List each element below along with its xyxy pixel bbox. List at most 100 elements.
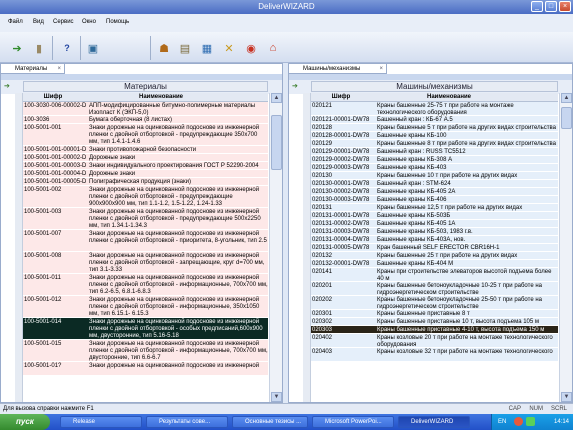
- table-row[interactable]: 020201 Краны башенные бетоноукладочные 10…: [311, 282, 558, 296]
- materials-scrollbar[interactable]: ▲ ▼: [269, 93, 282, 402]
- table-row[interactable]: 020131-00002-DW78 Башенные краны КБ-405 1…: [311, 220, 558, 228]
- table-row[interactable]: 020403 Краны козловые 32 т при работе на …: [311, 348, 558, 362]
- tray-icon[interactable]: [514, 417, 523, 426]
- row-name: Башенные краны КБ-405 2А: [377, 189, 456, 195]
- task-theses[interactable]: Основные тезисы ...: [232, 416, 308, 428]
- column-code[interactable]: Шифр: [23, 93, 83, 102]
- row-name: Знаки дорожные на оцинкованной подоснове…: [89, 209, 261, 229]
- tab-machines[interactable]: Машины/механизмы ×: [289, 64, 387, 74]
- scroll-up-icon[interactable]: ▲: [271, 93, 282, 103]
- column-name[interactable]: Наименование: [89, 93, 268, 102]
- red-disc-icon[interactable]: ◉: [240, 37, 262, 59]
- language-indicator[interactable]: EN: [498, 414, 506, 430]
- menu-service[interactable]: Сервис: [53, 19, 74, 25]
- table-row[interactable]: 020131-00004-DW78 Башенные краны КБ-403А,…: [311, 236, 558, 244]
- materials-header: Шифр Наименование: [23, 93, 268, 102]
- row-name: Краны башенные приставные 4-10 т, высота…: [377, 327, 545, 333]
- table-row[interactable]: 020402 Краны козловые 20 т при работе на …: [311, 334, 558, 348]
- table-row[interactable]: 020131-00001-DW78 Башенные краны КБ-503Б: [311, 212, 558, 220]
- table-row[interactable]: 100-5001-001-00003-D Знаки индивидуальног…: [23, 162, 268, 170]
- menu-window[interactable]: Окно: [82, 19, 96, 25]
- table-row[interactable]: 100-5001-002 Знаки дорожные на оцинкованн…: [23, 186, 268, 208]
- home-icon[interactable]: ⌂: [262, 37, 284, 59]
- tools-box-icon[interactable]: ▦: [196, 37, 218, 59]
- task-release[interactable]: Release: [60, 416, 142, 428]
- table-row[interactable]: 020141 Краны при строительстве элеваторов…: [311, 268, 558, 282]
- table-row[interactable]: 100-3036 Бумага оберточная (8 листах): [23, 116, 268, 124]
- open-icon[interactable]: ➔: [6, 37, 28, 59]
- row-name: Башенный кран : КБ-67 А.5: [377, 117, 453, 123]
- menu-view[interactable]: Вид: [33, 19, 44, 25]
- row-name: Башенные краны КБ-406: [377, 197, 447, 203]
- tab-materials[interactable]: Материалы ×: [1, 64, 65, 74]
- maximize-button[interactable]: □: [545, 1, 557, 12]
- wrench-icon[interactable]: ✕: [218, 37, 240, 59]
- table-row[interactable]: 100-5001-001-00004-D Дорожные знаки: [23, 170, 268, 178]
- scroll-thumb[interactable]: [271, 115, 282, 170]
- scroll-down-icon[interactable]: ▼: [561, 392, 572, 402]
- table-row[interactable]: 020131 Краны башенные 12,5 т при работе н…: [311, 204, 558, 218]
- row-name: Знаки дорожные на оцинкованной подоснове…: [89, 363, 260, 369]
- document-icon[interactable]: ▮: [28, 37, 50, 59]
- table-row[interactable]: 020128-00001-DW78 Башенные краны КБ-100: [311, 132, 558, 140]
- machines-scrollbar[interactable]: ▲ ▼: [559, 93, 572, 402]
- column-name[interactable]: Наименование: [377, 93, 558, 102]
- table-row[interactable]: 020128 Краны башенные 5 т при работе на д…: [311, 124, 558, 132]
- menu-help[interactable]: Помощь: [106, 19, 129, 25]
- table-row[interactable]: 020131-00005-DW78 Кран башенный SELF EREC…: [311, 244, 558, 252]
- table-row[interactable]: 020302 Краны башенные приставные 10 т, вы…: [311, 318, 558, 326]
- column-code[interactable]: Шифр: [311, 93, 371, 102]
- table-row[interactable]: 020130-00001-DW78 Башенный кран : STM-624: [311, 180, 558, 188]
- task-powerpoint[interactable]: Microsoft PowerPoi...: [312, 416, 394, 428]
- table-row[interactable]: 020129-00003-DW78 Башенные краны КБ-403: [311, 164, 558, 172]
- close-icon[interactable]: ×: [57, 64, 61, 74]
- table-row[interactable]: 020121 Краны башенные 25-75 т при работе …: [311, 102, 558, 116]
- table-row[interactable]: 020129 Краны башенные 8 т при работе на д…: [311, 140, 558, 148]
- table-row[interactable]: 100-5001-001-00001-D Знаки противопожарно…: [23, 146, 268, 154]
- people-icon[interactable]: ☗: [153, 37, 175, 59]
- table-row[interactable]: 100-5001-001-00005-D Полиграфическая прод…: [23, 178, 268, 186]
- table-row[interactable]: 020130-00002-DW78 Башенные краны КБ-405 2…: [311, 188, 558, 196]
- table-row-selected[interactable]: 020303 Краны башенные приставные 4-10 т, …: [311, 326, 558, 334]
- toolbar-separator: [80, 36, 81, 60]
- table-row[interactable]: 020132 Краны башенные 25 т при работе на …: [311, 252, 558, 266]
- close-button[interactable]: ×: [559, 1, 571, 12]
- task-results[interactable]: Результаты сове...: [146, 416, 228, 428]
- start-label: пуск: [16, 417, 34, 426]
- table-row[interactable]: 100-5001-003 Знаки дорожные на оцинкованн…: [23, 208, 268, 230]
- table-row[interactable]: 020129-00002-DW78 Башенные краны КБ-308 А: [311, 156, 558, 164]
- table-row[interactable]: 020301 Краны башенные приставные 8 т: [311, 310, 558, 318]
- table-row[interactable]: 100-5001-01? Знаки дорожные на оцинкованн…: [23, 362, 268, 376]
- table-row[interactable]: 020130 Краны башенные 10 т при работе на …: [311, 172, 558, 186]
- table-row[interactable]: 020130-00003-DW78 Башенные краны КБ-406: [311, 196, 558, 204]
- table-row[interactable]: 100-5001-007 Знаки дорожные на оцинкованн…: [23, 230, 268, 252]
- minimize-button[interactable]: _: [531, 1, 543, 12]
- scroll-down-icon[interactable]: ▼: [271, 392, 282, 402]
- barrels-icon[interactable]: ▤: [174, 37, 196, 59]
- table-row[interactable]: 100-5001-001-00002-D Дорожные знаки: [23, 154, 268, 162]
- table-row[interactable]: 020202 Краны башенные бетоноукладочные 25…: [311, 296, 558, 310]
- scroll-thumb[interactable]: [561, 107, 572, 129]
- help-icon[interactable]: ?: [56, 37, 78, 59]
- monitor-icon[interactable]: ▣: [82, 37, 104, 59]
- table-row[interactable]: 100-3030-006-00002-D АПП-модифицированные…: [23, 102, 268, 116]
- menu-file[interactable]: Файл: [8, 19, 23, 25]
- scroll-up-icon[interactable]: ▲: [561, 93, 572, 103]
- table-row[interactable]: 100-5001-015 Знаки дорожные на оцинкованн…: [23, 340, 268, 362]
- toolbar: ➔ ▮ ? ▣ ☗ ▤ ▦ ✕ ◉ ⌂: [0, 32, 573, 63]
- table-row[interactable]: 020131-00003-DW78 Башенные краны КБ-503, …: [311, 228, 558, 236]
- table-row-selected[interactable]: 100-5001-014 Знаки дорожные на оцинкованн…: [23, 318, 268, 340]
- start-button[interactable]: пуск: [0, 414, 50, 430]
- table-row[interactable]: 100-5001-001 Знаки дорожные на оцинкованн…: [23, 124, 268, 146]
- arrow-icon[interactable]: ➔: [4, 82, 16, 92]
- arrow-icon[interactable]: ➔: [292, 82, 304, 92]
- table-row[interactable]: 100-5001-012 Знаки дорожные на оцинкованн…: [23, 296, 268, 318]
- table-row[interactable]: 100-5001-008 Знаки дорожные на оцинкованн…: [23, 252, 268, 274]
- table-row[interactable]: 100-5001-011 Знаки дорожные на оцинкованн…: [23, 274, 268, 296]
- task-deliverwizard[interactable]: DeliverWIZARD: [398, 416, 470, 428]
- tray-icon[interactable]: [526, 417, 535, 426]
- table-row[interactable]: 020129-00001-DW78 Башенный кран : RUSS TC…: [311, 148, 558, 156]
- close-icon[interactable]: ×: [379, 64, 383, 74]
- table-row[interactable]: 020121-00001-DW78 Башенный кран : КБ-67 А…: [311, 116, 558, 124]
- table-row[interactable]: 020132-00001-DW78 Башенные краны КБ-404 М: [311, 260, 558, 268]
